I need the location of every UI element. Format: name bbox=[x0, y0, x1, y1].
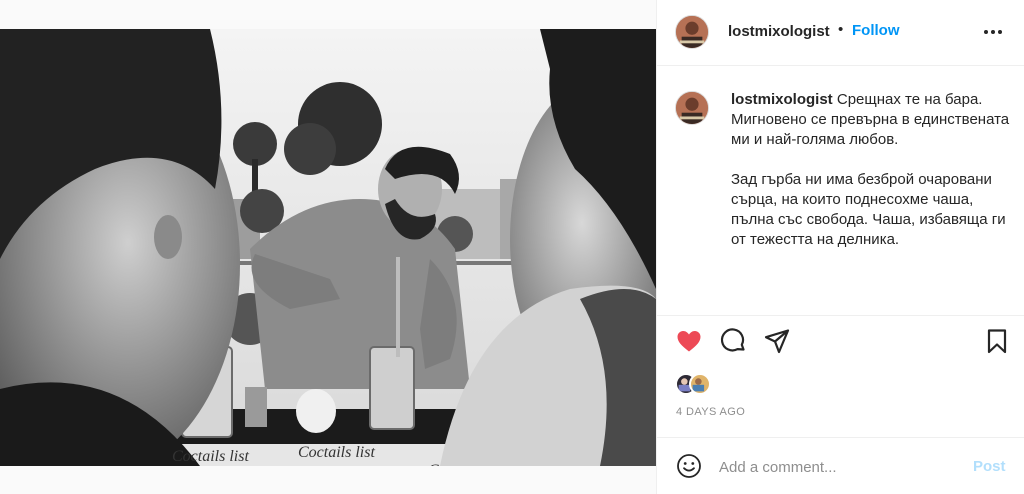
caption-section: lostmixologist Срещнах те на бара. Мигно… bbox=[657, 66, 1024, 316]
comment-icon[interactable] bbox=[719, 327, 749, 357]
liker-avatar bbox=[689, 373, 711, 395]
avatar-image bbox=[676, 92, 708, 124]
post-photo[interactable]: Coctails list Coctails list Co bbox=[0, 29, 656, 466]
follow-button[interactable]: Follow bbox=[852, 22, 900, 39]
avatar[interactable] bbox=[675, 15, 709, 49]
caption-username[interactable]: lostmixologist bbox=[731, 91, 833, 108]
avatar-image bbox=[676, 16, 708, 48]
heart-filled-icon[interactable] bbox=[675, 327, 705, 357]
action-bar bbox=[657, 327, 1024, 363]
post-header: lostmixologist • Follow bbox=[657, 0, 1024, 66]
post-side-panel: lostmixologist • Follow lostmixologist С… bbox=[656, 0, 1024, 494]
instagram-post: Coctails list Coctails list Co lostmixol… bbox=[0, 0, 1024, 494]
separator-dot: • bbox=[838, 21, 844, 38]
menu-sign-text: Co bbox=[428, 462, 447, 466]
caption-text: lostmixologist Срещнах те на бара. Мигно… bbox=[731, 90, 1011, 250]
header-username[interactable]: lostmixologist bbox=[728, 23, 830, 40]
bartender-photo-illustration: Coctails list Coctails list Co bbox=[0, 29, 656, 466]
share-icon[interactable] bbox=[763, 327, 793, 357]
liked-by-avatars[interactable] bbox=[675, 373, 715, 397]
caption-paragraph: Зад гърба ни има безброй очаровани сърца… bbox=[731, 171, 1006, 248]
comment-input[interactable] bbox=[719, 455, 949, 479]
comment-bar: Post bbox=[657, 437, 1024, 494]
avatar[interactable] bbox=[675, 91, 709, 125]
bookmark-icon[interactable] bbox=[983, 327, 1013, 357]
photo-area: Coctails list Coctails list Co bbox=[0, 0, 656, 494]
menu-sign-text: Coctails list bbox=[172, 448, 249, 465]
post-timestamp[interactable]: 4 DAYS AGO bbox=[676, 406, 745, 418]
emoji-smile-icon[interactable] bbox=[676, 453, 702, 479]
menu-sign-text: Coctails list bbox=[298, 444, 375, 461]
more-options-icon[interactable] bbox=[980, 21, 1006, 43]
post-comment-button[interactable]: Post bbox=[973, 458, 1006, 475]
